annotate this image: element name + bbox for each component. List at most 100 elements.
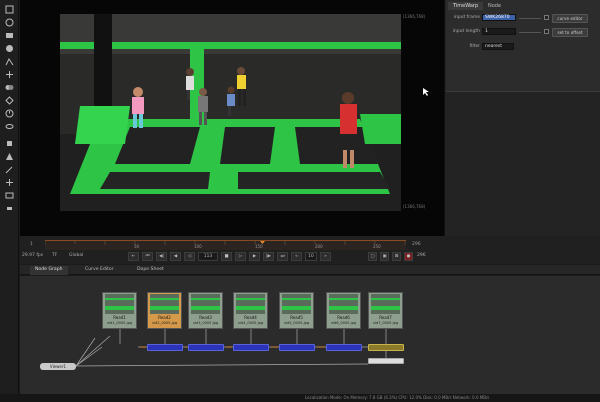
- node-name: Read2: [158, 315, 171, 320]
- filter-label: filter: [469, 44, 480, 49]
- file-icon[interactable]: [4, 190, 14, 200]
- node-thumbnail: [191, 294, 220, 314]
- viewer-panel[interactable]: (1366,768) (1366,768): [20, 0, 444, 236]
- last-frame-icon[interactable]: ⏭: [277, 252, 288, 261]
- mouse-cursor-icon: [423, 88, 429, 98]
- timewarp-node-3[interactable]: [233, 344, 269, 351]
- increment-forward-icon[interactable]: »: [320, 252, 331, 261]
- next-frame-icon[interactable]: ▶: [249, 252, 260, 261]
- stop-icon[interactable]: ■: [221, 252, 232, 261]
- play-forward-icon[interactable]: ▷: [235, 252, 246, 261]
- timewarp-node-5[interactable]: [326, 344, 362, 351]
- node-name: Read6: [337, 315, 350, 320]
- record-icon[interactable]: ●: [404, 252, 413, 261]
- read-node-4[interactable]: Read4 vid4_0005.jpg: [233, 292, 268, 329]
- play-backward-icon[interactable]: ◁: [184, 252, 195, 261]
- curve-editor-button[interactable]: curve editor: [552, 14, 588, 23]
- end-frame-field[interactable]: 296: [417, 253, 426, 258]
- node-file: vid5_0005.jpg: [283, 321, 310, 325]
- input-frame-label: input frame: [453, 15, 480, 20]
- channel-icon[interactable]: [4, 30, 14, 40]
- status-bar: Localization Mode: On Memory: 7.8 GB (6.…: [0, 394, 600, 402]
- trampoline-scene: [60, 14, 401, 211]
- in-point-icon[interactable]: ⇤: [128, 252, 139, 261]
- current-frame-field[interactable]: 113: [198, 252, 218, 261]
- next-keyframe-icon[interactable]: |▶: [263, 252, 274, 261]
- lock-range-icon[interactable]: ⊠: [392, 252, 401, 261]
- node-name: Read4: [244, 315, 257, 320]
- node-thumbnail: [371, 294, 400, 314]
- node-file: vid6_0005.jpg: [330, 321, 357, 325]
- views-icon[interactable]: [4, 121, 14, 131]
- node-name: Read7: [379, 315, 392, 320]
- color-icon[interactable]: [4, 43, 14, 53]
- input-length-label: input length: [452, 29, 480, 34]
- node-thumbnail: [150, 294, 179, 314]
- input-length-field[interactable]: 1: [482, 28, 516, 35]
- viewer-format-bottom-right: (1366,768): [403, 204, 426, 209]
- prev-keyframe-icon[interactable]: ◀|: [156, 252, 167, 261]
- read-node-1[interactable]: Read1 vid1_0005.jpg: [102, 292, 137, 329]
- set-to-offset-button[interactable]: set to offset: [552, 28, 588, 37]
- tab-timewarp[interactable]: TimeWarp: [448, 2, 484, 10]
- shape-icon[interactable]: [4, 17, 14, 27]
- viewer-format-top-right: (1366,768): [403, 14, 426, 19]
- global-dropdown[interactable]: Global: [69, 253, 83, 258]
- tick-label-150: 150: [255, 244, 263, 249]
- properties-panel: TimeWarp Node input frame SWK26870 curve…: [444, 0, 600, 236]
- switch-node[interactable]: [368, 344, 404, 351]
- filter-dropdown[interactable]: nearest: [482, 43, 514, 50]
- input-length-animate-checkbox[interactable]: [544, 29, 549, 34]
- read-node-3[interactable]: Read3 vid3_0005.jpg: [188, 292, 223, 329]
- timewarp-node-2[interactable]: [188, 344, 224, 351]
- node-name: Read3: [199, 315, 212, 320]
- read-node-6[interactable]: Read6 vid6_0005.jpg: [326, 292, 361, 329]
- prev-frame-icon[interactable]: ◀: [170, 252, 181, 261]
- keyer-icon[interactable]: [4, 69, 14, 79]
- tab-node[interactable]: Node: [483, 2, 506, 10]
- image-icon[interactable]: [4, 4, 14, 14]
- merge-icon[interactable]: [4, 82, 14, 92]
- gizmo-icon[interactable]: [4, 151, 14, 161]
- read-node-5[interactable]: Read5 vid5_0005.jpg: [279, 292, 314, 329]
- move-icon[interactable]: [4, 177, 14, 187]
- end-frame: 296: [412, 242, 421, 247]
- node-name: Read1: [113, 315, 126, 320]
- tf-dropdown[interactable]: TF: [52, 253, 57, 258]
- timeline-ruler: [44, 241, 406, 245]
- node-file: vid4_0005.jpg: [237, 321, 264, 325]
- input-length-slider[interactable]: [519, 32, 541, 33]
- transform-icon[interactable]: [4, 95, 14, 105]
- viewer-node[interactable]: Viewer1: [40, 363, 76, 370]
- settings-icon[interactable]: [4, 203, 14, 213]
- node-file: vid7_0005.jpg: [372, 321, 399, 325]
- timewarp-node-1[interactable]: [147, 344, 183, 351]
- timewarp-node-4[interactable]: [279, 344, 315, 351]
- timeline: 1 50 100 150 200 250 296 29.97 fps TF Gl…: [20, 236, 600, 264]
- read-node-7[interactable]: Read7 vid7_0005.jpg: [368, 292, 403, 329]
- input-frame-slider[interactable]: [519, 18, 541, 19]
- playback-range-icon[interactable]: ▣: [380, 252, 389, 261]
- other-icon[interactable]: [4, 138, 14, 148]
- tab-node-graph[interactable]: Node Graph: [30, 266, 68, 275]
- filter-icon[interactable]: [4, 56, 14, 66]
- fps-label[interactable]: 29.97 fps: [22, 253, 43, 258]
- loop-mode-icon[interactable]: ▢: [368, 252, 377, 261]
- input-frame-animate-checkbox[interactable]: [544, 15, 549, 20]
- time-icon[interactable]: [4, 108, 14, 118]
- timeline-scrubber[interactable]: [44, 240, 406, 250]
- paint-icon[interactable]: [4, 164, 14, 174]
- node-toolbar: [0, 0, 19, 402]
- increment-field[interactable]: 10: [305, 252, 317, 261]
- output-node[interactable]: [368, 358, 404, 364]
- tab-dope-sheet[interactable]: Dope Sheet: [132, 266, 169, 275]
- node-graph[interactable]: Read1 vid1_0005.jpg Read2 vid2_0005.jpg …: [20, 276, 600, 394]
- tab-curve-editor[interactable]: Curve Editor: [80, 266, 119, 275]
- first-frame-icon[interactable]: ⏮: [142, 252, 153, 261]
- tick-label-50: 50: [134, 244, 140, 249]
- input-frame-field[interactable]: SWK26870: [482, 14, 516, 21]
- start-frame: 1: [30, 242, 33, 247]
- increment-back-icon[interactable]: «: [291, 252, 302, 261]
- read-node-2[interactable]: Read2 vid2_0005.jpg: [147, 292, 182, 329]
- node-file: vid2_0005.jpg: [151, 321, 178, 325]
